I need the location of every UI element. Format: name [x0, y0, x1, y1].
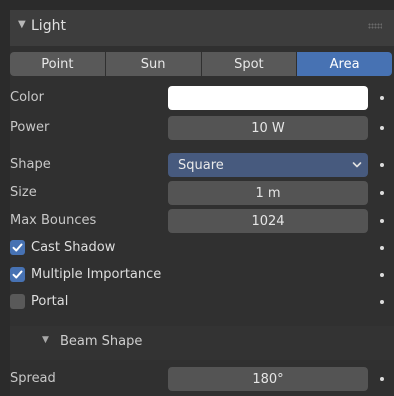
power-row: Power 10 W: [10, 116, 394, 140]
panel-title: Light: [31, 18, 66, 34]
animate-property-icon[interactable]: [380, 246, 384, 250]
cast-shadow-checkbox[interactable]: [10, 240, 25, 255]
light-type-selector: Point Sun Spot Area: [10, 52, 392, 76]
chevron-down-icon: [352, 162, 362, 168]
animate-property-icon[interactable]: [380, 96, 384, 100]
cast-shadow-label[interactable]: Cast Shadow: [31, 240, 115, 255]
beam-shape-subpanel-header[interactable]: ▼ Beam Shape: [10, 326, 394, 360]
animate-property-icon[interactable]: [380, 273, 384, 277]
color-row: Color: [10, 86, 394, 110]
light-type-sun-button[interactable]: Sun: [105, 52, 202, 76]
light-panel: ▼ Light Point Sun Spot Area Color Power …: [10, 10, 394, 396]
animate-property-icon[interactable]: [380, 126, 384, 130]
animate-property-icon[interactable]: [380, 300, 384, 304]
checkmark-icon: [12, 243, 23, 252]
light-type-point-button[interactable]: Point: [10, 52, 106, 76]
multiple-importance-checkbox[interactable]: [10, 267, 25, 282]
spread-label: Spread: [10, 371, 56, 386]
spread-row: Spread 180°: [10, 367, 394, 391]
size-label: Size: [10, 185, 37, 200]
size-field[interactable]: 1 m: [168, 181, 368, 205]
shape-label: Shape: [10, 157, 51, 172]
max-bounces-row: Max Bounces 1024: [10, 209, 394, 233]
animate-property-icon[interactable]: [380, 377, 384, 381]
light-type-area-button[interactable]: Area: [297, 52, 392, 76]
multiple-importance-row: Multiple Importance: [10, 263, 394, 287]
shape-dropdown[interactable]: Square: [168, 153, 368, 177]
animate-property-icon[interactable]: [380, 163, 384, 167]
cast-shadow-row: Cast Shadow: [10, 236, 394, 260]
shape-dropdown-value: Square: [178, 157, 224, 173]
max-bounces-label: Max Bounces: [10, 213, 97, 228]
portal-checkbox[interactable]: [10, 294, 25, 309]
light-panel-header[interactable]: ▼ Light: [10, 10, 394, 46]
multiple-importance-label[interactable]: Multiple Importance: [31, 267, 161, 282]
drag-handle-icon[interactable]: [368, 23, 382, 29]
max-bounces-field[interactable]: 1024: [168, 209, 368, 233]
power-label: Power: [10, 120, 50, 135]
light-type-spot-button[interactable]: Spot: [201, 52, 298, 76]
triangle-down-icon[interactable]: ▼: [18, 19, 26, 30]
color-swatch[interactable]: [168, 86, 368, 110]
animate-property-icon[interactable]: [380, 191, 384, 195]
checkmark-icon: [12, 270, 23, 279]
animate-property-icon[interactable]: [380, 219, 384, 223]
spread-field[interactable]: 180°: [168, 367, 368, 391]
color-label: Color: [10, 90, 44, 105]
triangle-down-icon[interactable]: ▼: [42, 335, 49, 345]
power-field[interactable]: 10 W: [168, 116, 368, 140]
portal-label[interactable]: Portal: [31, 294, 68, 309]
portal-row: Portal: [10, 290, 394, 314]
size-row: Size 1 m: [10, 181, 394, 205]
beam-shape-title: Beam Shape: [60, 334, 143, 349]
shape-row: Shape Square: [10, 153, 394, 177]
